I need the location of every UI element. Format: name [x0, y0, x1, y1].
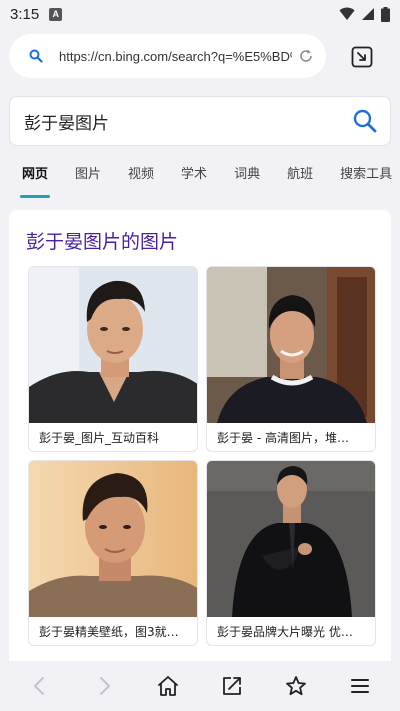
menu-icon[interactable] — [348, 674, 372, 698]
image-result[interactable]: 彭于晏品牌大片曝光 优… — [206, 460, 376, 646]
tab-search-tools[interactable]: 搜索工具 — [340, 154, 392, 198]
back-icon[interactable] — [28, 674, 52, 698]
status-icons — [339, 6, 390, 22]
tab-switch-icon[interactable] — [350, 45, 374, 69]
reload-icon[interactable] — [298, 48, 314, 64]
tab-flights[interactable]: 航班 — [287, 154, 313, 198]
tab-videos[interactable]: 视频 — [128, 154, 154, 198]
battery-icon — [381, 6, 390, 22]
portrait-photo — [29, 267, 197, 423]
wifi-icon — [339, 7, 355, 20]
status-bar: 3:15 A — [0, 0, 400, 28]
status-time: 3:15 — [10, 5, 40, 23]
search-tabs: 网页 图片 视频 学术 词典 航班 搜索工具 — [0, 154, 400, 198]
forward-icon[interactable] — [92, 674, 116, 698]
results-title[interactable]: 彭于晏图片的图片 — [26, 227, 178, 254]
search-box[interactable]: 彭于晏图片 — [9, 96, 391, 146]
portrait-photo — [207, 267, 375, 423]
image-caption[interactable]: 彭于晏精美壁纸，图3就… — [29, 617, 197, 645]
portrait-photo — [29, 461, 197, 617]
tab-academic[interactable]: 学术 — [181, 154, 207, 198]
url-bar[interactable]: https://cn.bing.com/search?q=%E5%BD% — [9, 34, 326, 78]
image-results-card: 彭于晏图片的图片 彭于晏_图片_互动百科 彭于晏 - 高清图片，堆… 彭于晏精美… — [9, 210, 391, 670]
search-input[interactable]: 彭于晏图片 — [24, 109, 352, 134]
image-result[interactable]: 彭于晏 - 高清图片，堆… — [206, 266, 376, 452]
a-icon: A — [49, 7, 63, 21]
tab-web[interactable]: 网页 — [19, 154, 51, 198]
image-caption[interactable]: 彭于晏_图片_互动百科 — [29, 423, 197, 451]
image-result[interactable]: 彭于晏_图片_互动百科 — [28, 266, 198, 452]
share-icon[interactable] — [220, 674, 244, 698]
search-icon — [29, 49, 43, 63]
tab-dictionary[interactable]: 词典 — [234, 154, 260, 198]
search-submit-icon[interactable] — [352, 108, 378, 134]
image-caption[interactable]: 彭于晏品牌大片曝光 优… — [207, 617, 375, 645]
home-icon[interactable] — [156, 674, 180, 698]
star-icon[interactable] — [284, 674, 308, 698]
portrait-photo — [207, 461, 375, 617]
tab-images[interactable]: 图片 — [75, 154, 101, 198]
image-result[interactable]: 彭于晏精美壁纸，图3就… — [28, 460, 198, 646]
image-caption[interactable]: 彭于晏 - 高清图片，堆… — [207, 423, 375, 451]
bottom-nav — [0, 661, 400, 711]
signal-icon — [362, 8, 374, 20]
url-text[interactable]: https://cn.bing.com/search?q=%E5%BD% — [59, 49, 292, 64]
